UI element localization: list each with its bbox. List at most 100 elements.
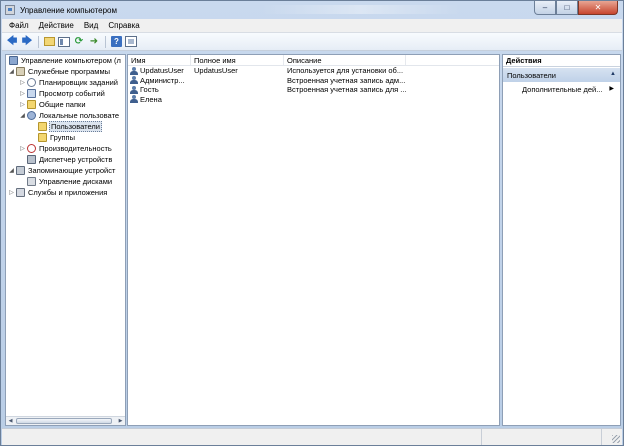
- tree-expander-icon[interactable]: ▷: [19, 145, 26, 152]
- computer-management-app-icon: [5, 5, 15, 15]
- refresh-icon[interactable]: ⟳: [73, 36, 85, 48]
- more-actions-item[interactable]: Дополнительные дей... ▶: [503, 82, 620, 96]
- forward-icon[interactable]: 🡆: [21, 36, 33, 48]
- computer-management-window: Управление компьютером – □ ✕ Файл Действ…: [0, 0, 624, 446]
- disk-icon: [27, 177, 36, 186]
- scrollbar-thumb[interactable]: [16, 418, 112, 424]
- scroll-left-arrow-icon[interactable]: ◀: [6, 417, 15, 425]
- folder-icon: [38, 122, 47, 131]
- tree-item[interactable]: Пользователи: [6, 121, 125, 132]
- up-folder-icon[interactable]: [44, 37, 55, 46]
- title-bar-glare: [261, 5, 461, 14]
- tree-expander-icon[interactable]: ▷: [8, 189, 15, 196]
- tree-item[interactable]: ◢ Служебные программы: [6, 66, 125, 77]
- resize-grip-icon[interactable]: [612, 435, 620, 443]
- actions-section-label: Пользователи: [507, 70, 556, 80]
- tree-item[interactable]: Группы: [6, 132, 125, 143]
- tree-item[interactable]: ▷ Планировщик заданий: [6, 77, 125, 88]
- toolbar-separator: [105, 35, 106, 48]
- status-bar: [2, 428, 622, 445]
- tree-item[interactable]: Управление дисками: [6, 176, 125, 187]
- user-name-cell: Гость: [128, 85, 191, 95]
- back-icon[interactable]: 🡄: [6, 36, 18, 48]
- user-name-cell: Елена: [128, 95, 191, 105]
- status-segment: [2, 429, 482, 445]
- menu-help[interactable]: Справка: [103, 21, 144, 30]
- close-button[interactable]: ✕: [578, 1, 618, 15]
- toolbar: 🡄 🡆 ⟳ ➜ ?: [2, 33, 622, 51]
- column-header-full-name[interactable]: Полное имя: [191, 55, 284, 65]
- local-users-icon: [27, 111, 36, 120]
- tree-item-label: Общие папки: [39, 100, 86, 109]
- properties-icon[interactable]: [125, 36, 137, 47]
- window-title: Управление компьютером: [20, 5, 117, 15]
- user-row[interactable]: Администр... Встроенная учетная запись ад…: [128, 76, 499, 86]
- tree-item-label: Локальные пользовате: [39, 111, 120, 120]
- tree-expander-icon[interactable]: ◢: [8, 167, 15, 174]
- tree-item[interactable]: ▷ Просмотр событий: [6, 88, 125, 99]
- user-full-name-cell: UpdatusUser: [194, 66, 238, 75]
- user-icon: [130, 76, 138, 85]
- shared-folder-icon: [27, 100, 36, 109]
- collapse-caret-icon[interactable]: ▲: [610, 71, 616, 77]
- user-name-cell: Администр...: [128, 76, 191, 86]
- maximize-button[interactable]: □: [556, 1, 578, 15]
- user-name-cell: UpdatusUser: [128, 66, 191, 76]
- tree-items: ◢ Служебные программы ▷ Планировщик заданий…: [6, 66, 125, 198]
- column-header-name[interactable]: Имя: [128, 55, 191, 65]
- menu-action[interactable]: Действие: [34, 21, 79, 30]
- tools-icon: [16, 67, 25, 76]
- user-row[interactable]: Гость Встроенная учетная запись для ...: [128, 85, 499, 95]
- tree-item-label: Запоминающие устройст: [28, 166, 116, 175]
- console-tree[interactable]: Управление компьютером (л ◢ Служебные про…: [5, 54, 126, 426]
- user-description-cell: Используется для установки об...: [287, 66, 404, 75]
- user-icon: [130, 95, 138, 104]
- tree-item[interactable]: ◢ Запоминающие устройст: [6, 165, 125, 176]
- tree-item-label: Управление дисками: [39, 177, 113, 186]
- user-row[interactable]: Елена: [128, 95, 499, 105]
- users-list[interactable]: Имя Полное имя Описание UpdatusUser Updat…: [127, 54, 500, 426]
- submenu-arrow-icon: ▶: [609, 86, 614, 92]
- window-controls: – □ ✕: [534, 1, 618, 15]
- tree-item[interactable]: ▷ Общие папки: [6, 99, 125, 110]
- tree-item[interactable]: ▷ Службы и приложения: [6, 187, 125, 198]
- minimize-button[interactable]: –: [534, 1, 556, 15]
- tree-expander-icon[interactable]: ▷: [19, 101, 26, 108]
- user-name: Гость: [140, 85, 159, 94]
- tree-item[interactable]: ◢ Локальные пользовате: [6, 110, 125, 121]
- tree-horizontal-scrollbar[interactable]: ◀ ▶: [6, 416, 125, 425]
- user-name: UpdatusUser: [140, 66, 184, 75]
- user-icon: [130, 85, 138, 94]
- tree-expander-icon[interactable]: ▷: [19, 90, 26, 97]
- tree-root[interactable]: Управление компьютером (л: [6, 55, 125, 66]
- menu-bar: Файл Действие Вид Справка: [2, 19, 622, 33]
- show-hide-tree-icon[interactable]: [58, 36, 70, 47]
- tree-expander-icon[interactable]: ◢: [8, 68, 15, 75]
- more-actions-label: Дополнительные дей...: [522, 84, 603, 94]
- device-manager-icon: [27, 155, 36, 164]
- scroll-right-arrow-icon[interactable]: ▶: [116, 417, 125, 425]
- actions-section-users[interactable]: Пользователи ▲: [503, 68, 620, 82]
- tree-item[interactable]: Диспетчер устройств: [6, 154, 125, 165]
- tree-expander-icon[interactable]: ◢: [19, 112, 26, 119]
- title-bar[interactable]: Управление компьютером – □ ✕: [1, 1, 623, 19]
- performance-icon: [27, 144, 36, 153]
- services-icon: [16, 188, 25, 197]
- folder-icon: [38, 133, 47, 142]
- tree-item-label: Просмотр событий: [39, 89, 105, 98]
- tree-item-label: Планировщик заданий: [39, 78, 118, 87]
- user-row[interactable]: UpdatusUser UpdatusUser Используется для у…: [128, 66, 499, 76]
- tree-item[interactable]: ▷ Производительность: [6, 143, 125, 154]
- user-icon: [130, 66, 138, 75]
- column-header-description[interactable]: Описание: [284, 55, 406, 65]
- help-icon[interactable]: ?: [111, 36, 122, 47]
- tree-item-label: Диспетчер устройств: [39, 155, 113, 164]
- tree-expander-icon[interactable]: ▷: [19, 79, 26, 86]
- menu-view[interactable]: Вид: [79, 21, 103, 30]
- export-list-icon[interactable]: ➜: [88, 36, 100, 48]
- menu-file[interactable]: Файл: [4, 21, 34, 30]
- tree-item-label: Служебные программы: [28, 67, 110, 76]
- toolbar-separator: [38, 35, 39, 48]
- user-name: Администр...: [140, 75, 185, 85]
- actions-header: Действия: [503, 55, 620, 67]
